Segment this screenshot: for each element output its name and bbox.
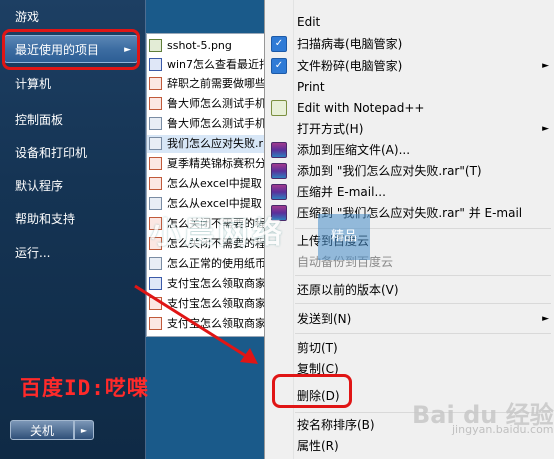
watermark-text: 小晨网络 xyxy=(150,216,286,251)
watermark-badge: 精品 xyxy=(318,214,370,260)
author-caption: 百度ID:呓喋 xyxy=(20,376,149,400)
baidu-jingyan-url: jingyan.baidu.com xyxy=(452,423,554,436)
